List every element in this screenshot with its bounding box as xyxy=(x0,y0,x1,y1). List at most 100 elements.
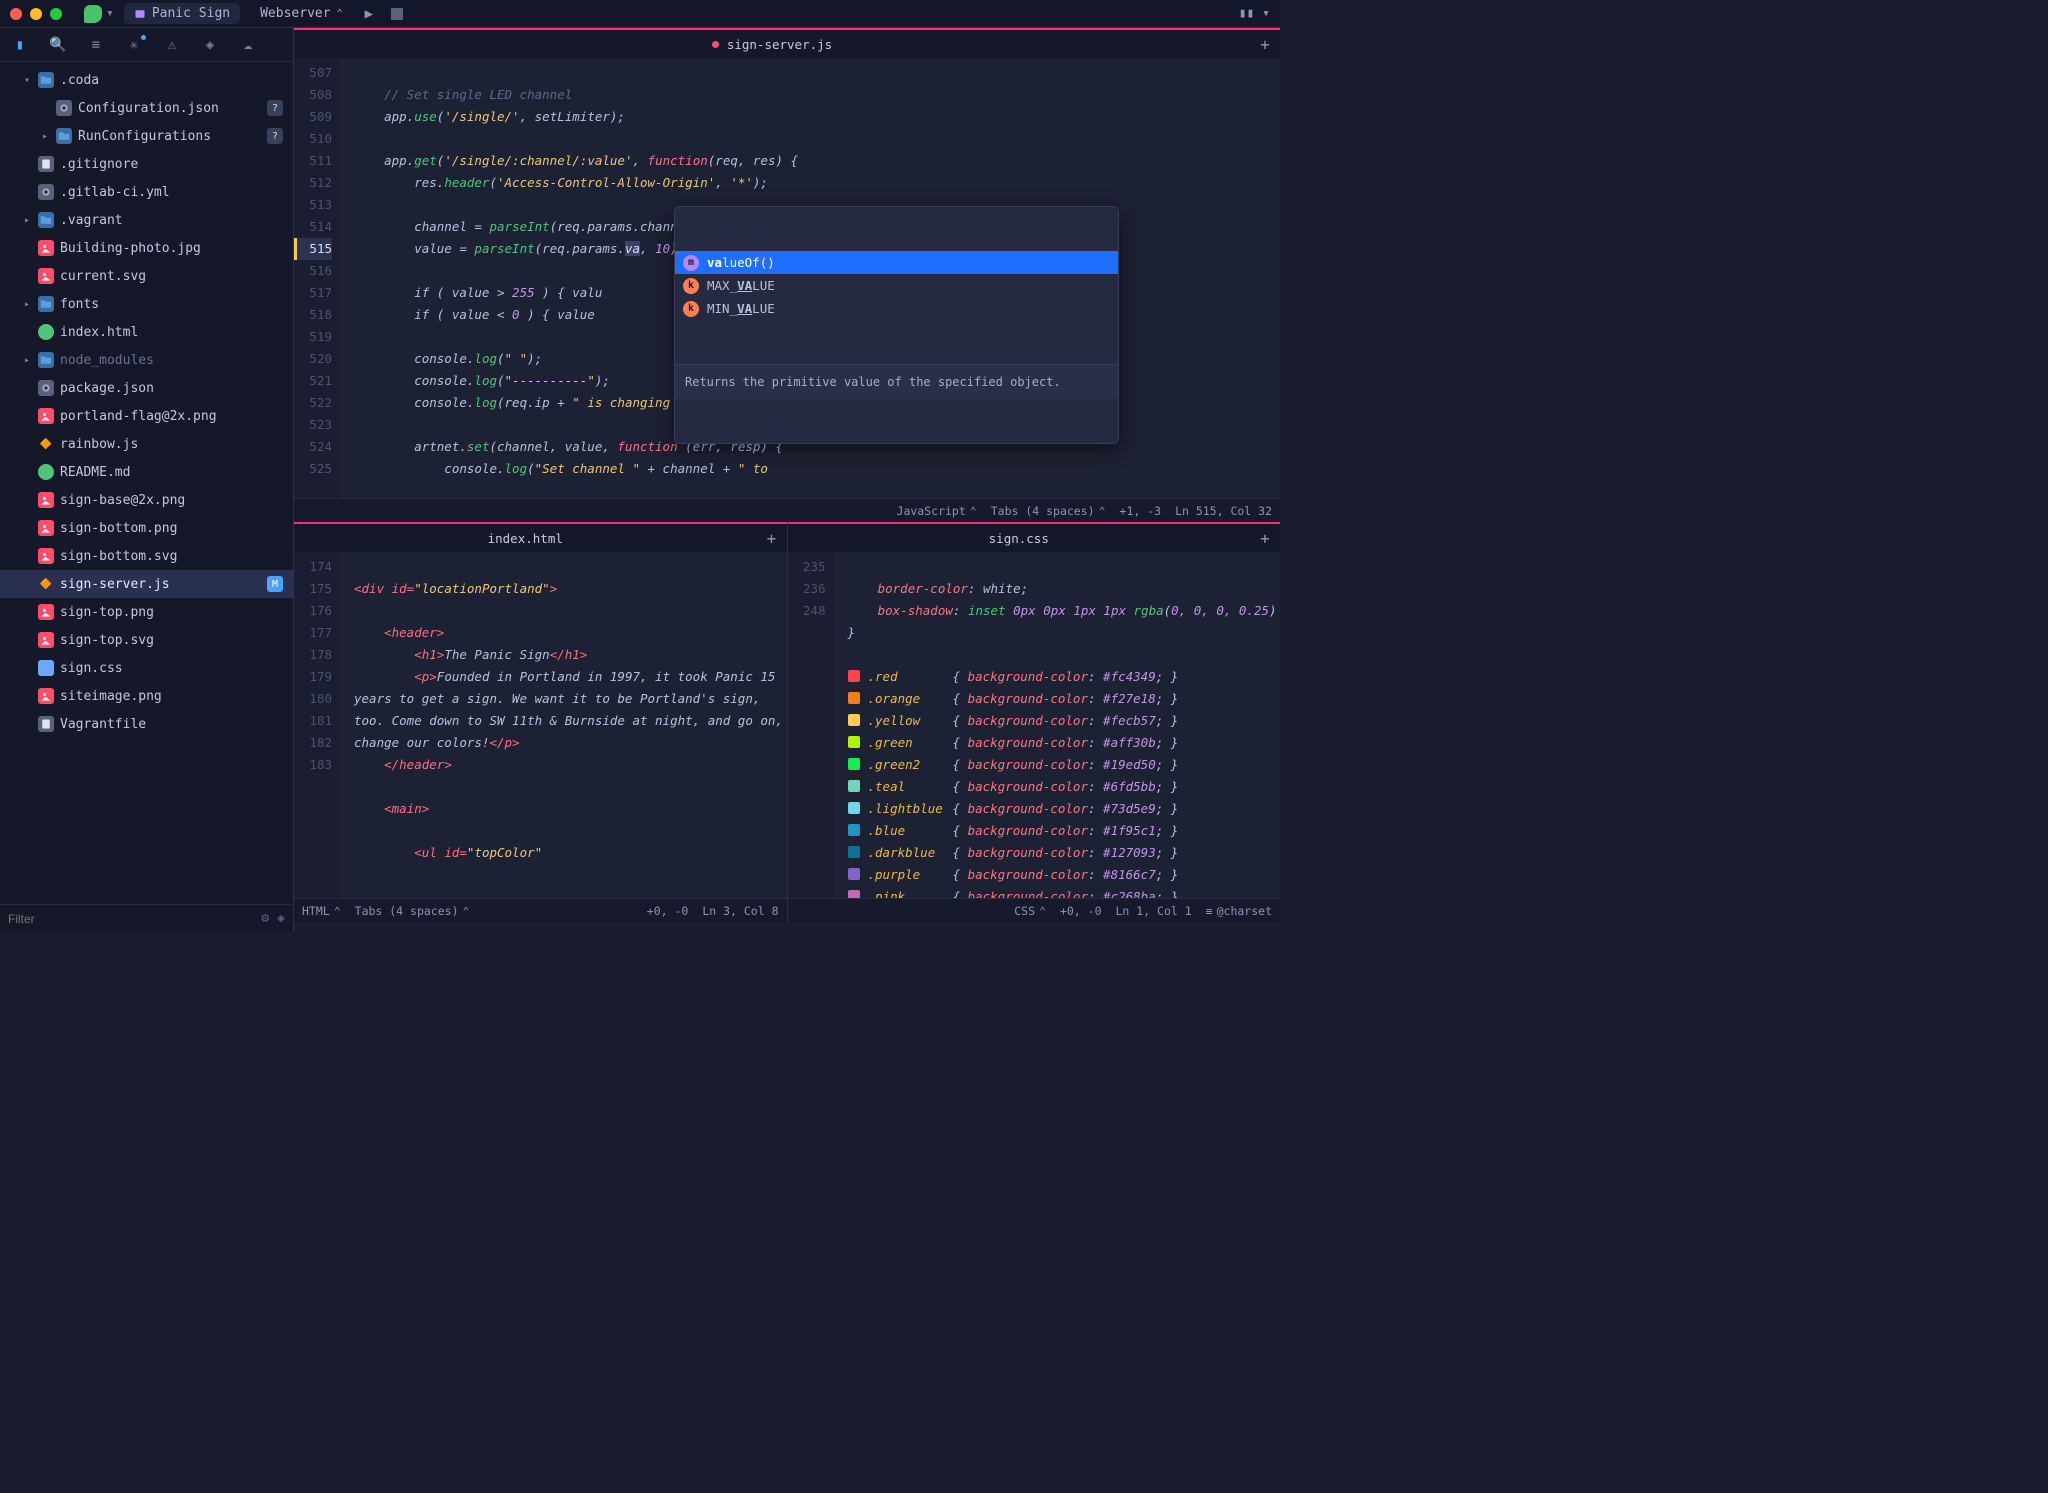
html-icon xyxy=(38,324,54,340)
indent-selector[interactable]: Tabs (4 spaces) ⌃ xyxy=(355,904,470,918)
html-icon xyxy=(38,464,54,480)
lang-selector[interactable]: JavaScript ⌃ xyxy=(897,504,977,518)
tree-item-label: node_modules xyxy=(60,353,154,368)
folder-icon xyxy=(38,212,54,228)
tree-item[interactable]: Building-photo.jpg xyxy=(0,234,293,262)
autocomplete-popup[interactable]: mvalueOf()kMAX_VALUEkMIN_VALUE Returns t… xyxy=(674,206,1119,444)
filter-prefs-icon[interactable]: ◈ xyxy=(277,911,285,926)
new-tab-button[interactable]: + xyxy=(1250,35,1280,54)
files-tab-icon[interactable]: ▮ xyxy=(12,37,28,53)
new-tab-button[interactable]: + xyxy=(757,529,787,548)
debug-icon[interactable]: ◈ xyxy=(202,37,218,53)
autocomplete-item[interactable]: kMAX_VALUE xyxy=(675,274,1118,297)
tree-item-label: portland-flag@2x.png xyxy=(60,409,217,424)
tree-item-label: Building-photo.jpg xyxy=(60,241,201,256)
tree-item[interactable]: sign-top.svg xyxy=(0,626,293,654)
tree-item[interactable]: 🔶 sign-server.js M xyxy=(0,570,293,598)
tree-item-label: package.json xyxy=(60,381,154,396)
tab-index-html[interactable]: index.html xyxy=(294,531,757,546)
tree-item-label: .gitignore xyxy=(60,157,138,172)
indent-selector[interactable]: Tabs (4 spaces) ⌃ xyxy=(991,504,1106,518)
img-icon xyxy=(38,548,54,564)
scm-icon[interactable]: ✳ xyxy=(126,37,142,53)
issues-icon[interactable]: ⚠ xyxy=(164,37,180,53)
scheme-selector[interactable]: Webserver ⌃ xyxy=(250,3,352,24)
tree-item[interactable]: package.json xyxy=(0,374,293,402)
filter-input[interactable] xyxy=(8,912,253,926)
tree-item-label: README.md xyxy=(60,465,130,480)
cursor-pos[interactable]: Ln 3, Col 8 xyxy=(702,904,778,918)
tree-item-label: sign-top.svg xyxy=(60,633,154,648)
tree-item[interactable]: node_modules xyxy=(0,346,293,374)
scm-status-badge: M xyxy=(267,576,283,592)
encoding[interactable]: ≡ @charset xyxy=(1206,904,1272,918)
gear-icon xyxy=(38,380,54,396)
editor-tabbar: sign-server.js + xyxy=(294,28,1280,58)
project-selector[interactable]: Panic Sign xyxy=(124,3,240,24)
folder-icon xyxy=(38,72,54,88)
app-icon xyxy=(84,5,102,23)
kind-icon: k xyxy=(683,301,699,317)
titlebar: ▾ Panic Sign Webserver ⌃ ▶ ▮▮ ▾ xyxy=(0,0,1280,28)
stop-button[interactable] xyxy=(391,8,403,20)
search-icon[interactable]: 🔍 xyxy=(50,37,66,53)
tree-item-label: sign-server.js xyxy=(60,577,170,592)
file-tree[interactable]: .codaConfiguration.json?RunConfiguration… xyxy=(0,62,293,904)
tree-item[interactable]: Vagrantfile xyxy=(0,710,293,738)
zoom-window[interactable] xyxy=(50,8,62,20)
tree-item-label: sign-bottom.svg xyxy=(60,549,177,564)
tree-item[interactable]: sign-bottom.png xyxy=(0,514,293,542)
gear-icon xyxy=(38,184,54,200)
folder-icon xyxy=(38,352,54,368)
tree-item[interactable]: .vagrant xyxy=(0,206,293,234)
tree-item[interactable]: Configuration.json? xyxy=(0,94,293,122)
tree-item[interactable]: RunConfigurations? xyxy=(0,122,293,150)
close-window[interactable] xyxy=(10,8,22,20)
tree-item[interactable]: siteimage.png xyxy=(0,682,293,710)
symbols-icon[interactable]: ≡ xyxy=(88,37,104,53)
tree-item[interactable]: portland-flag@2x.png xyxy=(0,402,293,430)
lang-selector[interactable]: HTML ⌃ xyxy=(302,904,341,918)
img-icon xyxy=(38,604,54,620)
img-icon xyxy=(38,240,54,256)
tree-item[interactable]: sign-bottom.svg xyxy=(0,542,293,570)
tree-item[interactable]: .gitignore xyxy=(0,150,293,178)
img-icon xyxy=(38,520,54,536)
img-icon xyxy=(38,268,54,284)
filter-settings-icon[interactable]: ⚙ xyxy=(261,911,269,926)
run-button[interactable]: ▶ xyxy=(365,6,373,22)
tree-item[interactable]: fonts xyxy=(0,290,293,318)
editor-main[interactable]: 5075085095105115125135145155165175185195… xyxy=(294,58,1280,498)
tab-sign-server[interactable]: sign-server.js xyxy=(294,37,1250,52)
file-icon xyxy=(38,716,54,732)
tree-item-label: sign-bottom.png xyxy=(60,521,177,536)
css-icon xyxy=(38,660,54,676)
folder-icon xyxy=(38,296,54,312)
tree-item[interactable]: sign.css xyxy=(0,654,293,682)
panel-icon[interactable]: ▮▮ ▾ xyxy=(1239,6,1270,21)
autocomplete-item[interactable]: mvalueOf() xyxy=(675,251,1118,274)
statusbar-top: JavaScript ⌃ Tabs (4 spaces) ⌃ +1, -3 Ln… xyxy=(294,498,1280,522)
minimize-window[interactable] xyxy=(30,8,42,20)
autocomplete-doc: Returns the primitive value of the speci… xyxy=(675,364,1118,399)
tab-sign-css[interactable]: sign.css xyxy=(788,531,1251,546)
tree-item[interactable]: sign-base@2x.png xyxy=(0,486,293,514)
new-tab-button[interactable]: + xyxy=(1250,529,1280,548)
tree-item[interactable]: sign-top.png xyxy=(0,598,293,626)
tree-item[interactable]: README.md xyxy=(0,458,293,486)
autocomplete-item[interactable]: kMIN_VALUE xyxy=(675,297,1118,320)
tree-item-label: siteimage.png xyxy=(60,689,162,704)
tree-item[interactable]: .gitlab-ci.yml xyxy=(0,178,293,206)
tree-item[interactable]: .coda xyxy=(0,66,293,94)
tree-item[interactable]: current.svg xyxy=(0,262,293,290)
js-icon: 🔶 xyxy=(38,576,54,592)
tree-item-label: rainbow.js xyxy=(60,437,138,452)
diff-status: +0, -0 xyxy=(647,904,689,918)
lang-selector[interactable]: CSS ⌃ xyxy=(1014,904,1046,918)
cursor-pos[interactable]: Ln 515, Col 32 xyxy=(1175,504,1272,518)
cursor-pos[interactable]: Ln 1, Col 1 xyxy=(1116,904,1192,918)
tree-item[interactable]: 🔶rainbow.js xyxy=(0,430,293,458)
pane-html: index.html + 174175176177178179180181182… xyxy=(294,522,788,922)
tree-item[interactable]: index.html xyxy=(0,318,293,346)
cloud-icon[interactable]: ☁ xyxy=(240,37,256,53)
